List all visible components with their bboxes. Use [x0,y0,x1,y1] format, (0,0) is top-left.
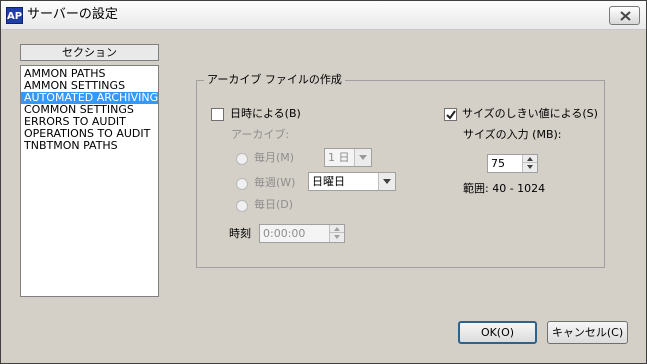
by-size-label[interactable]: サイズのしきい値による(S) [462,107,598,121]
cancel-button[interactable]: キャンセル(C) [547,321,628,344]
checkmark-icon [446,110,456,120]
spin-up-button[interactable] [330,225,344,233]
archive-label: アーカイブ: [231,128,290,141]
weekly-label[interactable]: 毎週(W) [254,176,295,190]
weekly-radio[interactable] [236,178,248,190]
by-size-checkbox[interactable] [444,108,457,121]
time-label: 時刻 [229,227,251,240]
size-value: 75 [491,157,505,170]
daily-radio[interactable] [236,200,248,212]
weekly-day-value: 日曜日 [312,175,345,188]
size-range-text: 範囲: 40 - 1024 [463,182,546,195]
window-title: サーバーの設定 [27,7,118,22]
daily-label[interactable]: 毎日(D) [254,198,293,212]
monthly-label[interactable]: 毎月(M) [254,151,294,165]
by-date-label[interactable]: 日時による(B) [230,107,301,121]
archive-group-title: アーカイブ ファイルの作成 [204,72,345,88]
spin-down-button[interactable] [523,163,537,171]
chevron-down-icon[interactable] [378,173,395,190]
spin-up-button[interactable] [523,155,537,163]
spin-down-button[interactable] [330,233,344,241]
by-date-checkbox[interactable] [211,108,224,121]
time-spinner[interactable]: 0:00:00 [259,224,345,243]
server-settings-dialog: AP サーバーの設定 セクション AMMON PATHS AMMON SETTI… [0,0,647,364]
section-list[interactable]: AMMON PATHS AMMON SETTINGS AUTOMATED ARC… [20,65,159,297]
size-spinner[interactable]: 75 [487,154,538,173]
chevron-down-icon[interactable] [354,149,371,166]
title-bar: AP サーバーの設定 [1,1,646,30]
close-icon [620,11,631,21]
monthly-radio[interactable] [236,153,248,165]
time-value: 0:00:00 [263,227,306,240]
ok-button[interactable]: OK(O) [458,321,537,344]
list-item[interactable]: TNBTMON PATHS [21,140,158,152]
app-icon: AP [6,7,23,24]
close-button[interactable] [609,6,640,25]
time-spin-buttons [329,225,344,242]
monthly-day-select[interactable]: 1 日 [324,148,372,167]
weekly-day-select[interactable]: 日曜日 [308,172,396,191]
size-spin-buttons [522,155,537,172]
size-input-label: サイズの入力 (MB): [463,128,562,141]
monthly-day-value: 1 日 [328,151,350,164]
section-list-header: セクション [20,44,159,61]
